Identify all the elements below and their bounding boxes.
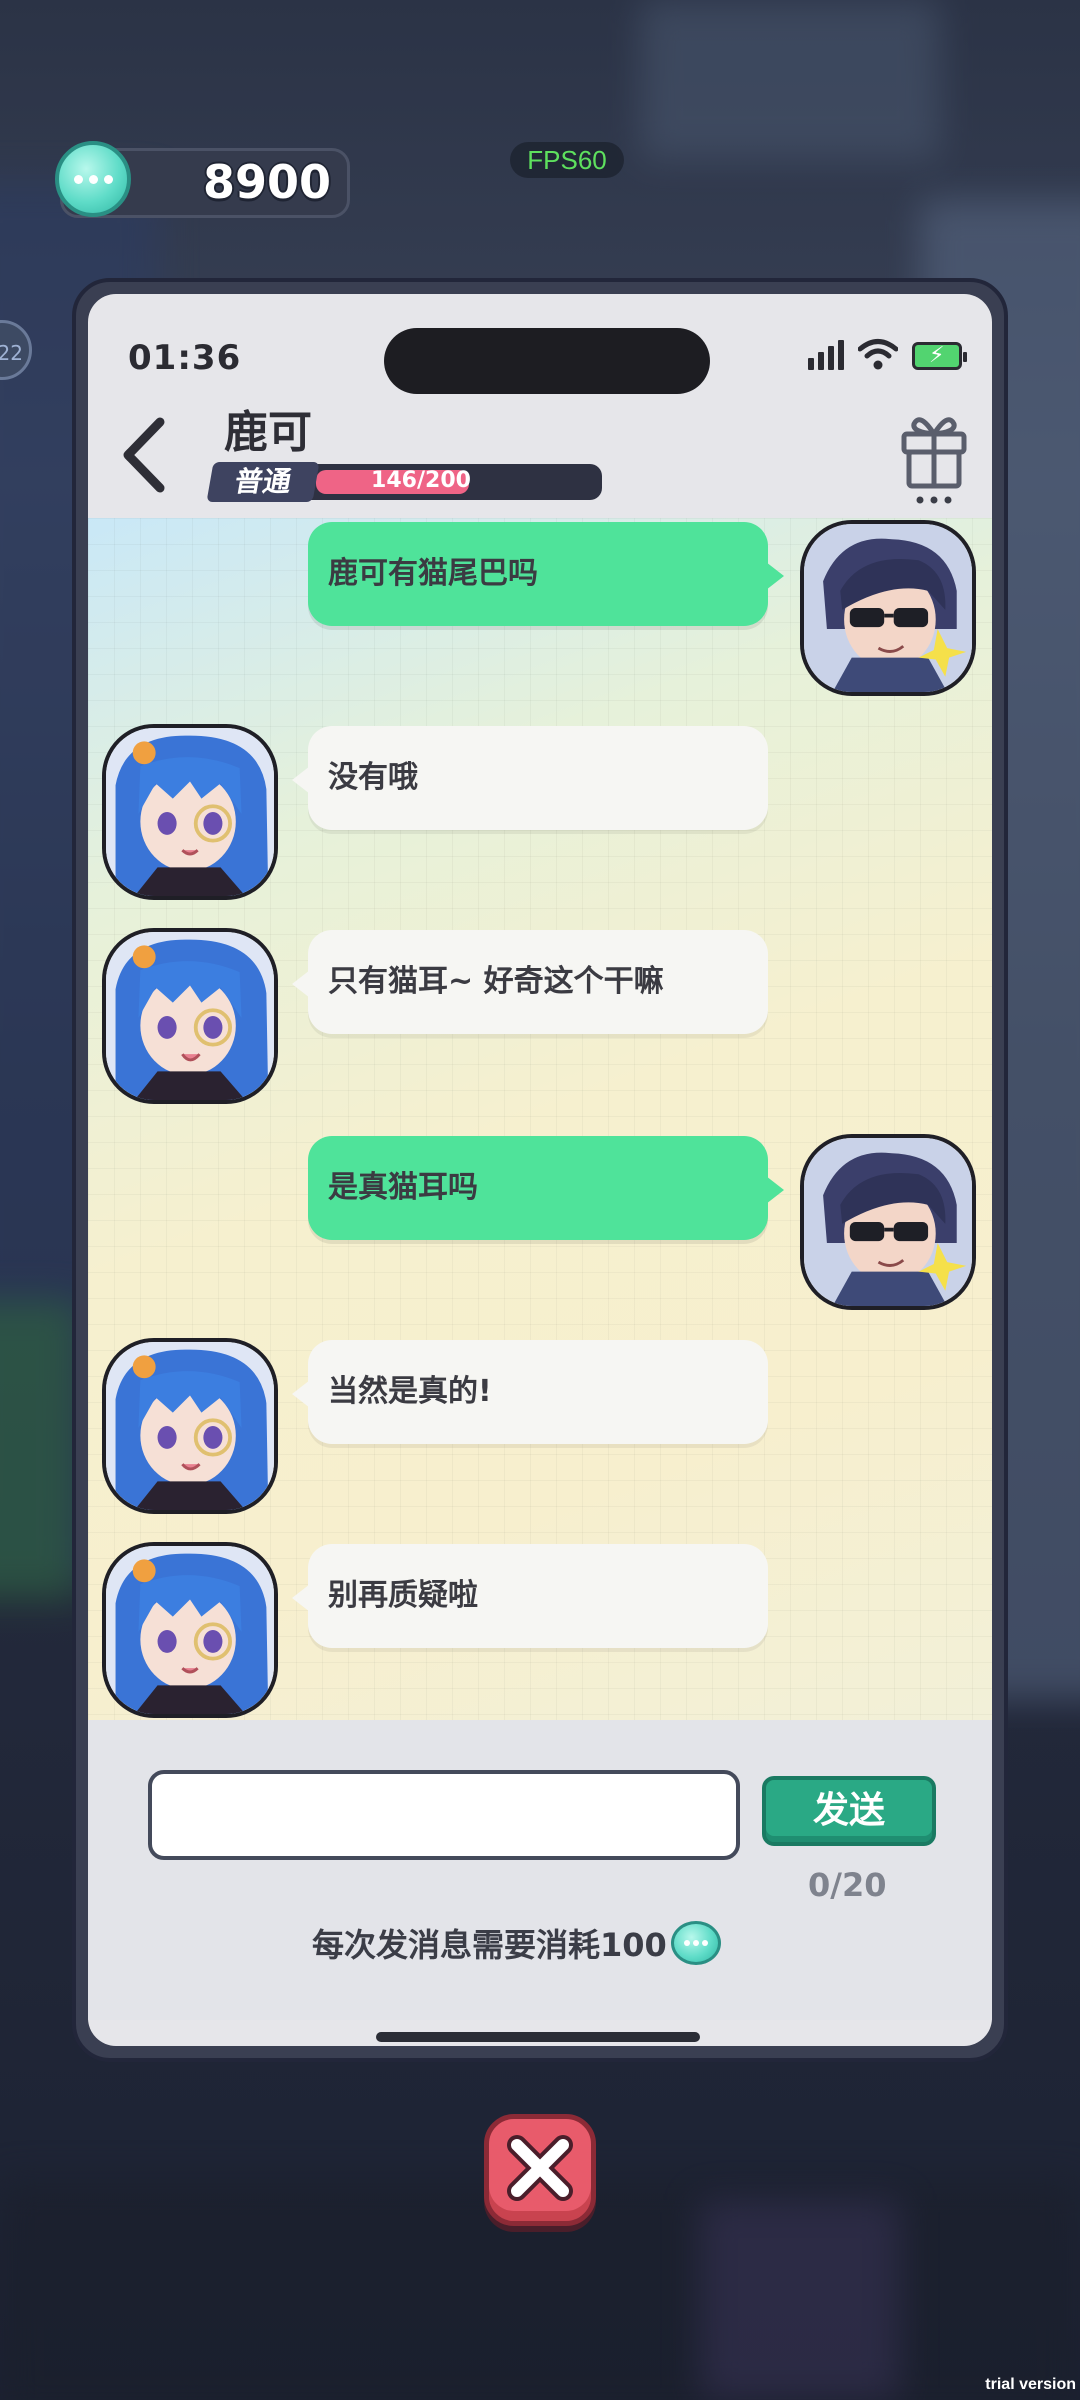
chat-area[interactable]: 鹿可有猫尾巴吗 没有哦 只有猫耳~ 好奇这个干嘛 是真猫耳吗 当然是真的! 别再… xyxy=(88,518,992,1720)
message-row: 没有哦 xyxy=(88,724,992,904)
relationship-progress-text: 146/200 xyxy=(371,468,471,493)
npc-avatar[interactable] xyxy=(102,724,278,900)
signal-icon xyxy=(808,338,844,370)
contact-name: 鹿可 xyxy=(224,407,312,458)
npc-message-bubble: 别再质疑啦 xyxy=(292,1544,768,1648)
send-button[interactable]: 发送 xyxy=(762,1776,936,1846)
currency-counter: 8900 xyxy=(55,141,350,218)
player-message-bubble: 鹿可有猫尾巴吗 xyxy=(308,522,784,626)
home-indicator[interactable] xyxy=(376,2032,700,2042)
status-icons: ⚡ xyxy=(808,338,967,370)
gift-icon[interactable] xyxy=(898,408,970,508)
message-row: 鹿可有猫尾巴吗 xyxy=(88,520,992,700)
back-arrow-icon[interactable] xyxy=(110,410,180,500)
npc-message-bubble: 只有猫耳~ 好奇这个干嘛 xyxy=(292,930,768,1034)
chat-bubble-coin-icon xyxy=(670,1921,721,1965)
cost-note: 每次发消息需要消耗100 xyxy=(312,1920,721,1966)
player-avatar[interactable] xyxy=(800,1134,976,1310)
message-row: 当然是真的! xyxy=(88,1338,992,1518)
message-input[interactable] xyxy=(148,1770,740,1860)
phone-screen: 01:36 ⚡ 鹿可 普通 146/200 鹿可有猫尾巴吗 没有哦 只有猫耳~ … xyxy=(88,294,992,2046)
wifi-icon xyxy=(858,339,898,370)
npc-avatar[interactable] xyxy=(102,1542,278,1718)
npc-avatar[interactable] xyxy=(102,1338,278,1514)
message-row: 别再质疑啦 xyxy=(88,1542,992,1720)
player-avatar[interactable] xyxy=(800,520,976,696)
player-message-bubble: 是真猫耳吗 xyxy=(308,1136,784,1240)
battery-icon: ⚡ xyxy=(912,342,967,370)
message-row: 是真猫耳吗 xyxy=(88,1134,992,1314)
npc-message-bubble: 没有哦 xyxy=(292,726,768,830)
char-count: 0/20 xyxy=(808,1866,887,1904)
relationship-bar: 普通 146/200 xyxy=(206,462,602,502)
chat-bubble-coin-icon xyxy=(55,141,131,217)
phone-notch xyxy=(384,328,710,394)
status-time: 01:36 xyxy=(128,338,242,378)
relationship-tier: 普通 xyxy=(206,462,320,502)
close-button[interactable] xyxy=(484,2114,596,2226)
close-icon xyxy=(507,2135,573,2201)
fps-indicator: FPS60 xyxy=(510,142,624,178)
npc-avatar[interactable] xyxy=(102,928,278,1104)
watermark: trial version xyxy=(985,2376,1076,2393)
message-row: 只有猫耳~ 好奇这个干嘛 xyxy=(88,928,992,1108)
compose-area: 发送 0/20 每次发消息需要消耗100 xyxy=(88,1720,992,2020)
npc-message-bubble: 当然是真的! xyxy=(292,1340,768,1444)
currency-value: 8900 xyxy=(202,155,331,209)
cost-note-text: 每次发消息需要消耗100 xyxy=(312,1926,667,1964)
phone-frame: 01:36 ⚡ 鹿可 普通 146/200 鹿可有猫尾巴吗 没有哦 只有猫耳~ … xyxy=(72,278,1008,2062)
